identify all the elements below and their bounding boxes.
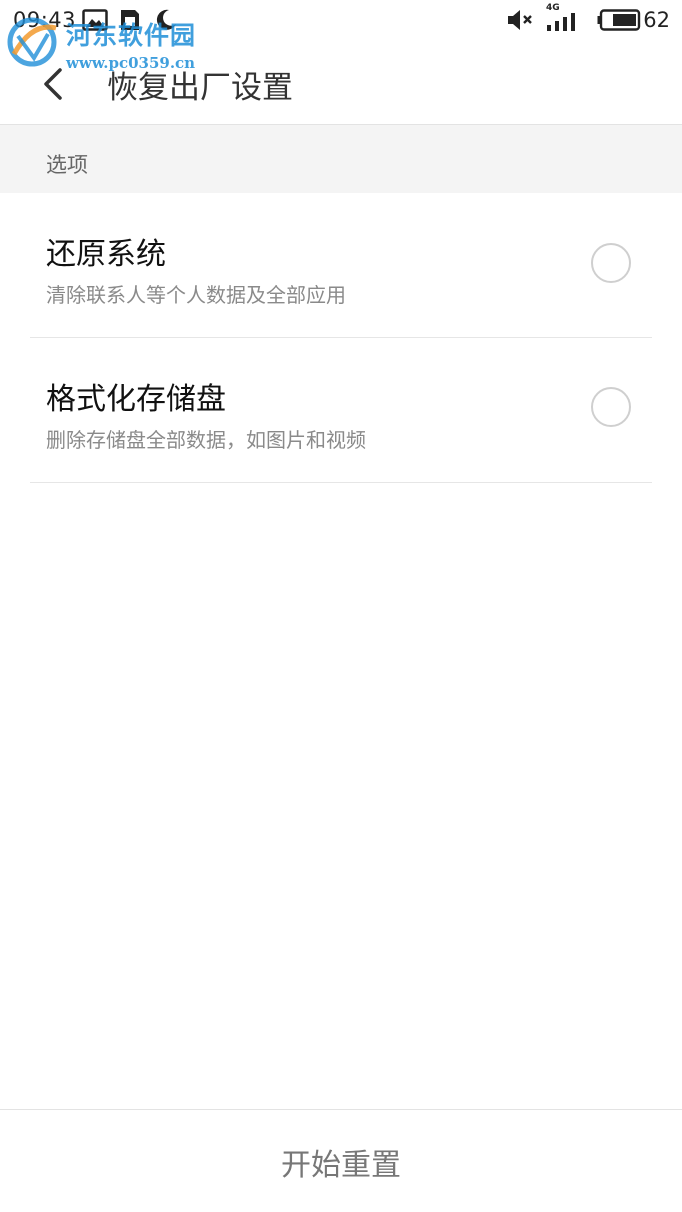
signal-icon: 4G xyxy=(546,4,586,34)
screen: 09:43 4G 62 河东软件园 www.pc0359.cn 恢复出厂设置 选… xyxy=(0,0,682,1212)
option-restore-system[interactable]: 还原系统 清除联系人等个人数据及全部应用 xyxy=(30,193,652,338)
mute-icon xyxy=(508,10,532,30)
option-subtitle: 删除存储盘全部数据，如图片和视频 xyxy=(46,428,366,452)
section-label: 选项 xyxy=(46,153,88,177)
section-header: 选项 xyxy=(0,125,682,193)
bottom-bar: 开始重置 xyxy=(0,1109,682,1212)
option-subtitle: 清除联系人等个人数据及全部应用 xyxy=(46,283,346,307)
battery-level: 62 xyxy=(643,8,670,32)
battery-icon xyxy=(597,9,641,31)
option-title: 格式化存储盘 xyxy=(46,382,226,417)
page-title: 恢复出厂设置 xyxy=(107,70,293,106)
start-reset-button[interactable]: 开始重置 xyxy=(0,1110,682,1212)
restore-system-radio[interactable] xyxy=(591,243,631,283)
back-button[interactable] xyxy=(32,62,76,106)
option-format-storage[interactable]: 格式化存储盘 删除存储盘全部数据，如图片和视频 xyxy=(30,338,652,483)
option-title: 还原系统 xyxy=(46,237,166,272)
title-bar: 恢复出厂设置 xyxy=(0,40,682,125)
format-storage-radio[interactable] xyxy=(591,387,631,427)
chevron-left-icon xyxy=(44,68,62,100)
